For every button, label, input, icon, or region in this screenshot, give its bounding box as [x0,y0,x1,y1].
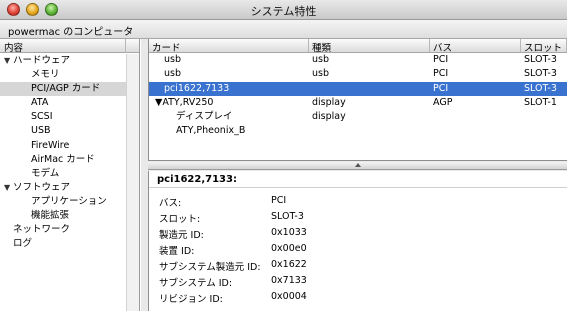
sidebar-item-hardware[interactable]: ▼ ハードウェア [0,54,126,68]
sidebar-header-label: 内容 [4,43,24,54]
property-label: 製造元 ID: [159,230,204,241]
sidebar-item-label: ソフトウェア [13,181,71,193]
detail-pane: pci1622,7133: バス: PCI スロット: SLOT-3 製造元 I… [148,171,567,311]
cell-bus: PCI [433,82,449,94]
sidebar-item-label: USB [31,125,51,137]
column-header-type[interactable]: 種類 [309,39,430,54]
property-value: 0x0004 [271,291,307,302]
sidebar-item-network[interactable]: ネットワーク [0,223,126,237]
splitter-grip-icon[interactable] [354,163,361,167]
property-value: 0x1622 [271,259,307,270]
cell-bus: AGP [433,96,453,108]
cell-card: usb [164,54,182,65]
sidebar-item-modem[interactable]: モデム [0,167,126,181]
cell-type: usb [312,54,330,65]
sidebar-item-pci-agp-cards[interactable]: PCI/AGP カード [0,82,126,97]
sidebar-item-label: 機能拡張 [31,210,70,222]
property-label: サブシステム ID: [159,278,233,289]
contents-sidebar: 内容 ▼ ハードウェア メモリ PCI/AGP カード ATA SCSI USB … [0,39,140,311]
column-header-bus[interactable]: バス [430,39,521,54]
sidebar-item-extensions[interactable]: 機能拡張 [0,209,126,223]
cell-slot: SLOT-3 [524,68,557,80]
sidebar-item-label: メモリ [31,69,60,81]
sidebar-item-usb[interactable]: USB [0,124,126,138]
sidebar-header[interactable]: 内容 [0,39,139,54]
column-divider [125,39,126,53]
property-value: 0x7133 [271,275,307,286]
sidebar-item-applications[interactable]: アプリケーション [0,195,126,209]
main-area: カード 種類 バス スロット usb usb PCI SLOT-3 usb us… [141,39,567,311]
table-row[interactable]: ATY,Pheonix_B [149,124,567,138]
cell-slot: SLOT-3 [524,82,557,94]
table-row-selected[interactable]: pci1622,7133 PCI SLOT-3 [149,81,567,96]
table-row[interactable]: usb usb PCI SLOT-3 [149,53,567,67]
cell-card: ディスプレイ [176,111,233,123]
cell-bus [430,110,521,124]
property-label: リビジョン ID: [159,294,223,305]
disclosure-triangle-icon[interactable]: ▼ [4,181,13,195]
window-title: システム特性 [250,5,317,18]
cell-type [309,82,430,96]
sidebar-item-label: ネットワーク [13,224,71,236]
sidebar-scrollbar[interactable] [126,54,139,311]
device-table: カード 種類 バス スロット usb usb PCI SLOT-3 usb us… [148,39,567,161]
cell-card: ATY,Pheonix_B [176,125,246,137]
sidebar-item-firewire[interactable]: FireWire [0,139,126,153]
cell-bus: PCI [433,54,449,65]
sidebar-item-scsi[interactable]: SCSI [0,110,126,124]
cell-card: pci1622,7133 [164,82,230,94]
cell-bus [430,124,521,138]
sidebar-item-label: AirMac カード [31,153,95,165]
sidebar-item-label: PCI/AGP カード [31,83,101,95]
property-label: バス: [159,198,182,209]
machine-name-bar: powermac のコンピュータ [0,20,567,39]
property-value: SLOT-3 [271,211,304,222]
sidebar-item-software[interactable]: ▼ ソフトウェア [0,181,126,195]
sidebar-item-label: アプリケーション [31,195,107,207]
cell-type [309,124,430,138]
property-value: 0x1033 [271,227,307,238]
detail-title: pci1622,7133: [157,174,237,185]
cell-card: ▼ATY,RV250 [149,96,309,110]
sidebar-item-logs[interactable]: ログ [0,237,126,251]
cell-slot: SLOT-1 [524,96,557,108]
property-value: PCI [271,195,287,206]
table-row[interactable]: usb usb PCI SLOT-3 [149,67,567,81]
device-table-header: カード 種類 バス スロット [149,39,567,54]
cell-slot: SLOT-3 [524,54,557,65]
sidebar-item-label: ハードウェア [13,55,71,66]
sidebar-item-label: ATA [31,97,49,109]
property-value: 0x00e0 [271,243,307,254]
contents-tree: ▼ ハードウェア メモリ PCI/AGP カード ATA SCSI USB Fir… [0,54,126,251]
sidebar-item-label: SCSI [31,111,53,123]
sidebar-item-airmac-card[interactable]: AirMac カード [0,153,126,167]
cell-bus: PCI [433,68,449,80]
cell-card: usb [164,68,182,80]
cell-type: display [312,96,346,108]
property-label: スロット: [159,214,201,225]
sidebar-item-ata[interactable]: ATA [0,96,126,110]
sidebar-item-memory[interactable]: メモリ [0,68,126,82]
cell-slot [521,110,567,124]
table-row[interactable]: ディスプレイ display [149,110,567,124]
cell-type: usb [312,68,330,80]
column-header-slot[interactable]: スロット [521,39,567,54]
sidebar-item-label: FireWire [31,139,70,151]
property-label: サブシステム製造元 ID: [159,262,261,273]
pane-splitter[interactable] [148,162,567,170]
property-label: 装置 ID: [159,246,195,257]
cell-card-label: ATY,RV250 [162,96,214,108]
disclosure-triangle-icon[interactable]: ▼ [4,54,13,68]
cell-type: display [312,111,346,123]
title-bar: システム特性 [0,0,567,20]
divider [149,187,567,188]
column-header-card[interactable]: カード [149,39,309,54]
sidebar-item-label: ログ [13,238,33,250]
sidebar-item-label: モデム [31,167,60,179]
table-row[interactable]: ▼ATY,RV250 display AGP SLOT-1 [149,96,567,110]
machine-name: powermac のコンピュータ [8,27,134,38]
cell-slot [521,124,567,138]
